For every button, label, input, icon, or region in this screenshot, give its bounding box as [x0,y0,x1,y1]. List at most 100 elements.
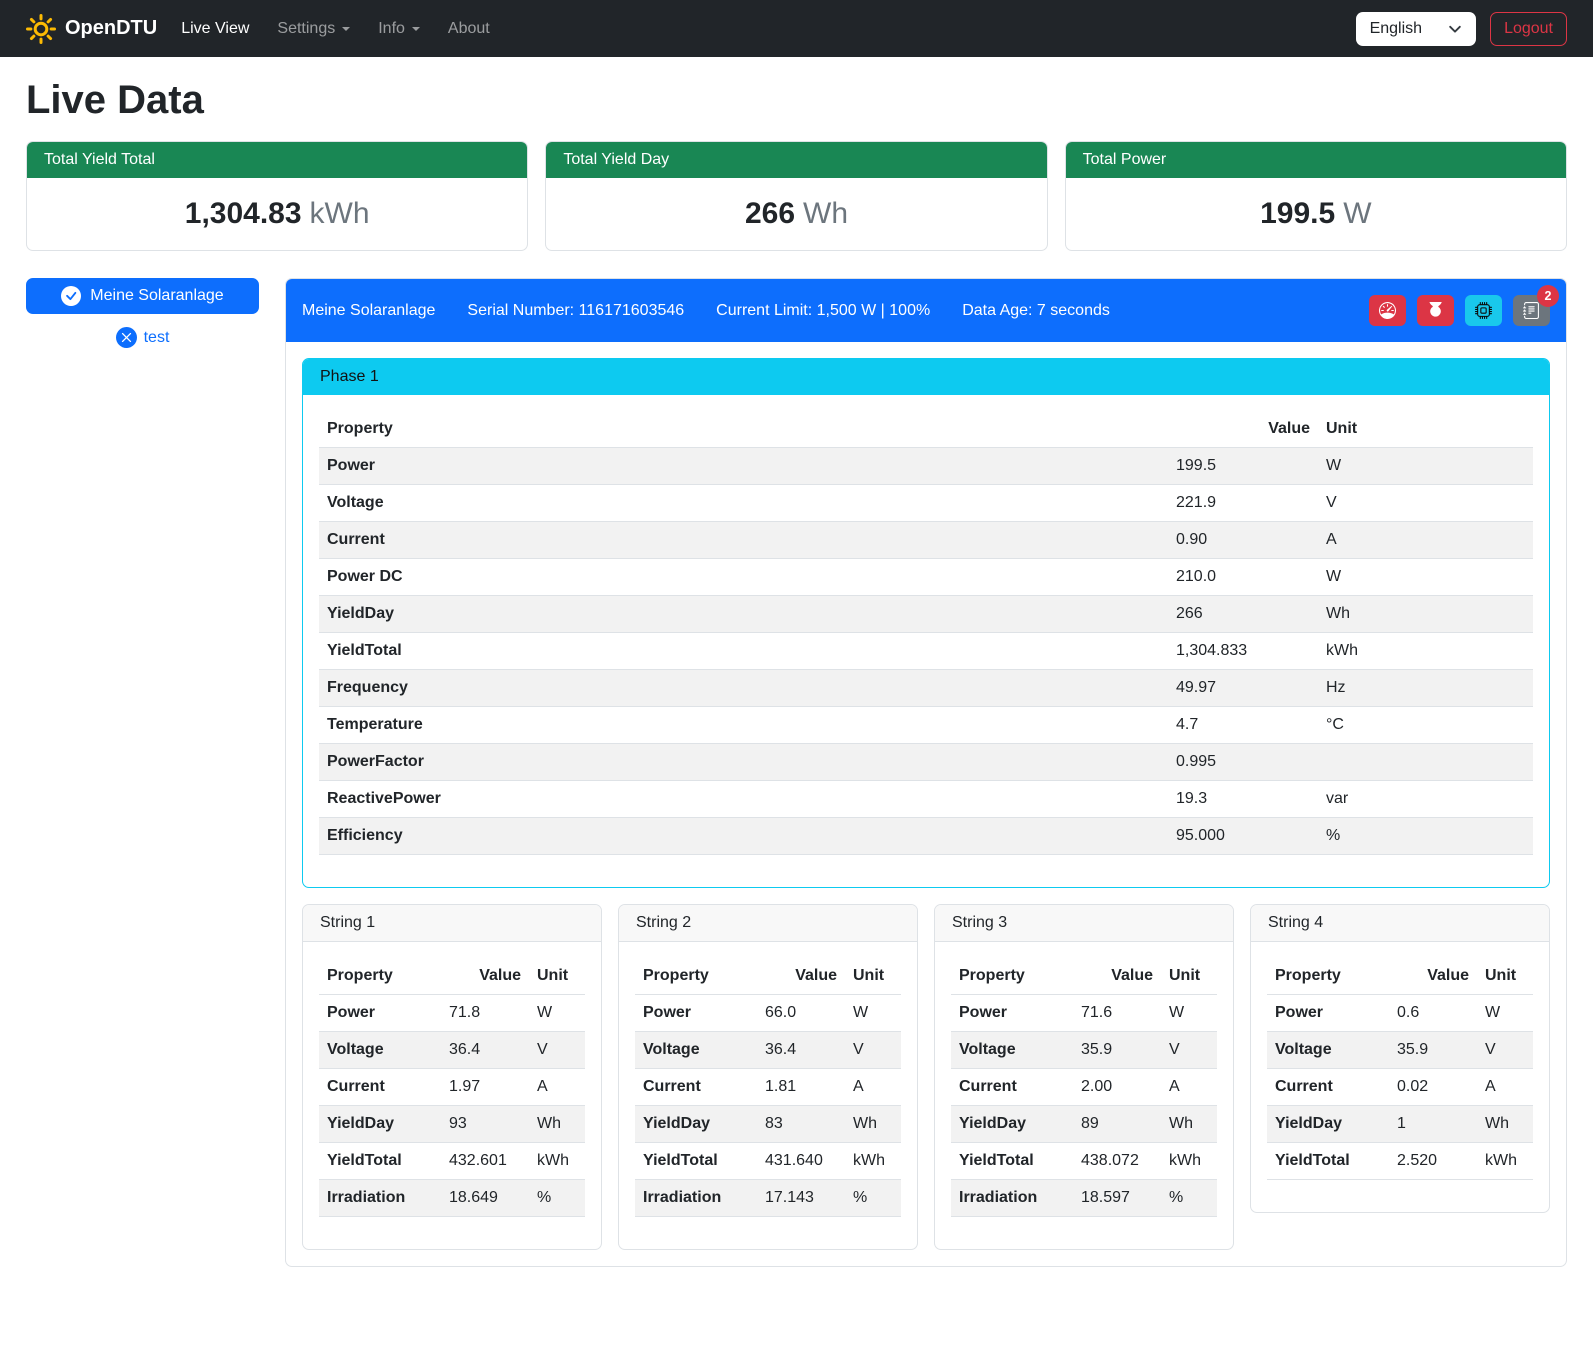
string-card-body: Property Value Unit Power71.8WVoltage36.… [303,942,601,1249]
card-total-yield-day: Total Yield Day 266Wh [545,141,1047,251]
cell-val: 0.6 [1389,995,1477,1032]
cell-prop: PowerFactor [319,744,1168,781]
nav-item-settings[interactable]: Settings [263,12,364,46]
table-row: Irradiation18.649% [319,1180,585,1217]
language-select[interactable]: English [1356,12,1476,46]
event-log-button[interactable]: 2 [1513,295,1550,326]
string-card-header: String 1 [303,905,601,942]
cell-unit: % [845,1180,901,1217]
cell-val: 1.81 [757,1069,845,1106]
cell-val: 266 [1168,596,1318,633]
string-card-header: String 2 [619,905,917,942]
col-unit: Unit [845,958,901,995]
cell-val: 66.0 [757,995,845,1032]
inverter-selector-active[interactable]: Meine Solaranlage [26,278,259,314]
x-circle-icon [116,327,137,348]
cell-val: 210.0 [1168,559,1318,596]
cell-prop: Current [319,522,1168,559]
inverter-selector-test[interactable]: test [26,327,259,348]
cell-val: 431.640 [757,1143,845,1180]
string-card-body: Property Value Unit Power66.0WVoltage36.… [619,942,917,1249]
string-1-card: String 1 Property Value Unit [302,904,602,1250]
cell-val: 35.9 [1073,1032,1161,1069]
table-header-row: Property Value Unit [1267,958,1533,995]
inverter-card-header: Meine Solaranlage Serial Number: 1161716… [286,279,1566,342]
brand[interactable]: OpenDTU [26,14,157,44]
table-row: YieldTotal1,304.833kWh [319,633,1533,670]
string-card-body: Property Value Unit Power0.6WVoltage35.9… [1251,942,1549,1212]
power-toggle-button[interactable] [1417,295,1454,326]
cell-unit: A [845,1069,901,1106]
cell-unit: Wh [529,1106,585,1143]
col-property: Property [635,958,757,995]
cell-val: 1.97 [441,1069,529,1106]
cell-val: 36.4 [757,1032,845,1069]
limit-settings-button[interactable] [1369,295,1406,326]
inverter-actions: 2 [1369,295,1550,326]
table-row: Power DC210.0W [319,559,1533,596]
inverter-name-label: test [144,329,170,347]
cell-unit: °C [1318,707,1533,744]
table-row: Current0.02A [1267,1069,1533,1106]
table-row: ReactivePower19.3var [319,781,1533,818]
string-2-card: String 2 Property Value Unit [618,904,918,1250]
col-unit: Unit [1477,958,1533,995]
cell-prop: Power DC [319,559,1168,596]
cell-unit: A [1477,1069,1533,1106]
cell-val: 95.000 [1168,818,1318,855]
cell-val: 17.143 [757,1180,845,1217]
value-text: 1,304.83 [185,197,302,230]
cell-val: 1 [1389,1106,1477,1143]
cell-prop: Power [635,995,757,1032]
cell-prop: YieldDay [635,1106,757,1143]
string-3-table: Property Value Unit Power71.6WVoltage35.… [951,958,1217,1217]
cell-unit: V [1161,1032,1217,1069]
card-value: 266Wh [546,178,1046,250]
logout-button[interactable]: Logout [1490,12,1567,46]
nav-item-label: Settings [277,20,335,38]
cell-prop: Voltage [319,1032,441,1069]
table-row: YieldTotal2.520kWh [1267,1143,1533,1180]
table-row: YieldDay1Wh [1267,1106,1533,1143]
inverter-data-age: Data Age: 7 seconds [962,302,1110,320]
phase-card-body: Property Value Unit Power199.5WVoltage22… [303,395,1549,887]
device-info-button[interactable] [1465,295,1502,326]
table-row: Voltage36.4V [635,1032,901,1069]
value-text: 199.5 [1260,197,1335,230]
cell-val: 0.995 [1168,744,1318,781]
cell-prop: YieldTotal [951,1143,1073,1180]
nav-item-info[interactable]: Info [364,12,434,46]
cell-unit: Wh [845,1106,901,1143]
cell-val: 18.649 [441,1180,529,1217]
string-4-table: Property Value Unit Power0.6WVoltage35.9… [1267,958,1533,1180]
col-value: Value [441,958,529,995]
phase-table: Property Value Unit Power199.5WVoltage22… [319,411,1533,855]
col-value: Value [757,958,845,995]
cell-unit: % [1161,1180,1217,1217]
cell-prop: Power [319,448,1168,485]
cell-unit [1318,744,1533,781]
cell-prop: Voltage [951,1032,1073,1069]
cell-unit: V [1318,485,1533,522]
cell-prop: Power [1267,995,1389,1032]
cell-prop: YieldDay [319,596,1168,633]
cell-prop: Current [951,1069,1073,1106]
cell-prop: Irradiation [951,1180,1073,1217]
nav-item-live-view[interactable]: Live View [167,12,263,46]
table-row: Current1.97A [319,1069,585,1106]
table-row: Current0.90A [319,522,1533,559]
power-icon [1427,302,1444,319]
cell-unit: W [845,995,901,1032]
cell-val: 0.02 [1389,1069,1477,1106]
cell-val: 18.597 [1073,1180,1161,1217]
chevron-down-icon [342,27,350,35]
sun-logo-icon [26,14,56,44]
phase-1-card: Phase 1 Property Value Unit P [302,358,1550,888]
nav-item-about[interactable]: About [434,12,504,46]
nav-item-label: Info [378,20,405,38]
cell-prop: Power [319,995,441,1032]
string-2-table: Property Value Unit Power66.0WVoltage36.… [635,958,901,1217]
card-header: Total Yield Total [27,142,527,178]
cell-val: 4.7 [1168,707,1318,744]
cell-prop: YieldTotal [635,1143,757,1180]
